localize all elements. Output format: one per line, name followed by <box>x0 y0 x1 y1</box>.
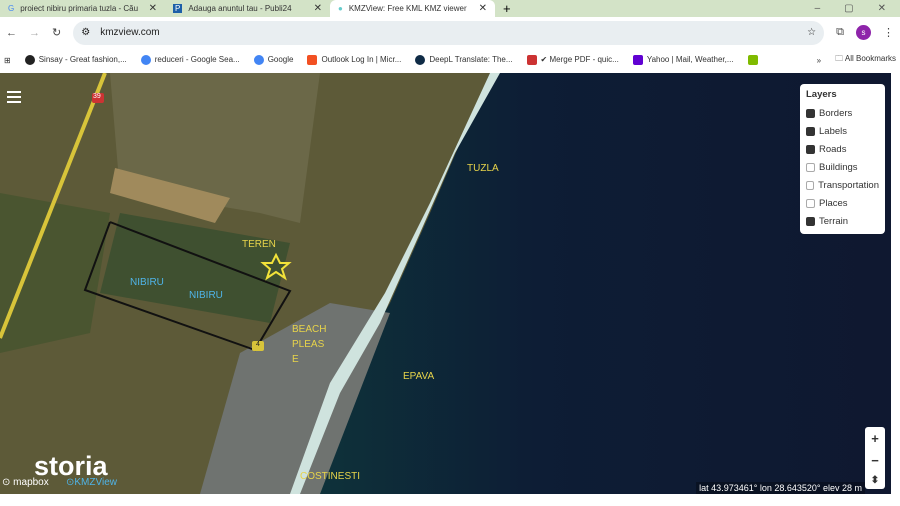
bookmark[interactable] <box>748 55 762 65</box>
zoom-out-button[interactable]: − <box>871 453 879 468</box>
label-tuzla: TUZLA <box>467 162 499 176</box>
label-teren: TEREN <box>242 238 276 252</box>
close-tab-icon[interactable]: ✕ <box>149 3 157 14</box>
label-beach-please: BEACH PLEAS E <box>292 322 326 367</box>
checkbox[interactable] <box>806 127 815 136</box>
all-bookmarks[interactable]: 🗀 All Bookmarks <box>835 53 896 67</box>
extensions-icon[interactable]: ⧉ <box>836 26 844 39</box>
map-view[interactable]: 39 4 TUZLA TEREN NIBIRU NIBIRU BEACH PLE… <box>0 73 891 494</box>
bookmark[interactable]: Sinsay - Great fashion,... <box>25 55 127 65</box>
bookmark[interactable]: ✔ Merge PDF - quic... <box>527 55 619 65</box>
apps-icon[interactable]: ⊞ <box>4 56 11 65</box>
bookmark[interactable]: DeepL Translate: The... <box>415 55 512 65</box>
tab-publi24[interactable]: PAdauga anuntul tau - Publi24✕ <box>165 0 330 17</box>
bookmark[interactable]: Yahoo | Mail, Weather,... <box>633 55 734 65</box>
address-bar: ← → ↻ ⚙kmzview.com☆ ⧉ s ⋮ <box>0 17 900 48</box>
publi24-icon: P <box>173 4 182 13</box>
tab-kmzview[interactable]: ●KMZView: Free KML KMZ viewer✕ <box>330 0 495 17</box>
checkbox[interactable] <box>806 163 815 172</box>
reload-icon[interactable]: ↻ <box>52 26 61 39</box>
layer-buildings[interactable]: Buildings <box>806 158 879 176</box>
mapbox-logo[interactable]: ⊙ mapbox <box>2 477 49 488</box>
layers-title: Layers <box>806 89 879 100</box>
bookmarks-bar: ⊞ Sinsay - Great fashion,... reduceri - … <box>0 48 900 72</box>
layer-roads[interactable]: Roads <box>806 140 879 158</box>
bookmark[interactable]: Outlook Log In | Micr... <box>307 55 401 65</box>
site-settings-icon[interactable]: ⚙ <box>81 27 90 38</box>
layer-labels[interactable]: Labels <box>806 122 879 140</box>
close-tab-icon[interactable]: ✕ <box>314 3 322 14</box>
zoom-in-button[interactable]: + <box>871 431 879 446</box>
label-nibiru: NIBIRU <box>189 289 223 303</box>
zoom-controls: + − ⬍ <box>865 427 885 489</box>
google-icon: G <box>8 4 14 13</box>
compass-button[interactable]: ⬍ <box>871 475 879 486</box>
checkbox[interactable] <box>806 199 815 208</box>
road-39-label: 39 <box>93 93 101 100</box>
layer-borders[interactable]: Borders <box>806 104 879 122</box>
hamburger-menu-icon[interactable] <box>7 91 21 106</box>
layer-places[interactable]: Places <box>806 194 879 212</box>
url-input[interactable]: ⚙kmzview.com☆ <box>73 21 824 45</box>
minimize-button[interactable]: – <box>815 3 821 14</box>
tab-proiect-nibiru[interactable]: Gproiect nibiru primaria tuzla - Cău✕ <box>0 0 165 17</box>
kmzview-icon: ● <box>338 4 343 13</box>
label-nibiru: NIBIRU <box>130 276 164 290</box>
layers-panel: Layers Borders Labels Roads Buildings Tr… <box>800 84 885 234</box>
checkbox[interactable] <box>806 181 814 190</box>
bookmark[interactable]: Google <box>254 55 294 65</box>
kmzview-logo[interactable]: ⊙KMZView <box>66 477 117 488</box>
checkbox[interactable] <box>806 145 815 154</box>
back-icon[interactable]: ← <box>6 27 17 39</box>
label-epava: EPAVA <box>403 370 434 384</box>
avatar[interactable]: s <box>856 25 871 40</box>
layer-transportation[interactable]: Transportation <box>806 176 879 194</box>
new-tab-button[interactable]: + <box>503 1 511 16</box>
coordinates-readout: lat 43.973461° lon 28.643520° elev 28 m <box>696 482 865 494</box>
label-costinesti: COSTINESTI <box>300 470 360 484</box>
more-bookmarks-icon[interactable]: » <box>817 56 821 65</box>
forward-icon[interactable]: → <box>29 27 40 39</box>
close-window-button[interactable]: ✕ <box>878 3 886 14</box>
checkbox[interactable] <box>806 109 815 118</box>
layer-terrain[interactable]: Terrain <box>806 212 879 230</box>
maximize-button[interactable]: ▢ <box>844 3 853 14</box>
menu-icon[interactable]: ⋮ <box>883 26 894 39</box>
close-tab-icon[interactable]: ✕ <box>479 3 487 14</box>
bookmark[interactable]: reduceri - Google Sea... <box>141 55 240 65</box>
checkbox[interactable] <box>806 217 815 226</box>
road-4-label: 4 <box>256 341 260 348</box>
star-icon[interactable]: ☆ <box>807 27 816 38</box>
tab-bar: Gproiect nibiru primaria tuzla - Cău✕ PA… <box>0 0 900 17</box>
